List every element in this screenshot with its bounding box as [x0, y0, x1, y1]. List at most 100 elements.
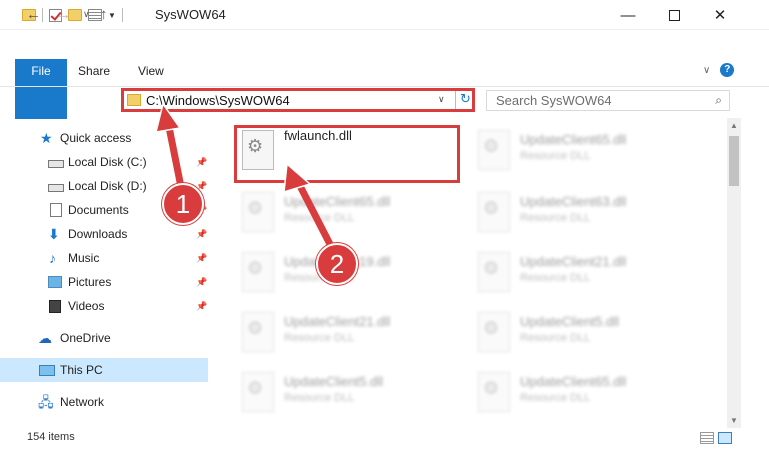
- gear-icon: ⚙: [483, 378, 500, 398]
- sidebar-item-videos[interactable]: Videos 📌: [0, 294, 208, 318]
- sidebar-item-label: Quick access: [60, 131, 132, 145]
- sidebar-item-label: Documents: [68, 203, 129, 217]
- step-badge-1: 1: [162, 183, 204, 225]
- file-name: UpdateClient65.dll: [520, 132, 627, 147]
- tab-share[interactable]: Share: [64, 59, 124, 84]
- search-icon[interactable]: ⌕: [715, 93, 722, 108]
- file-item[interactable]: ⚙ UpdateClient65.dll Resource DLL: [472, 364, 692, 424]
- address-separator: [455, 91, 456, 109]
- forward-button[interactable]: →: [56, 6, 71, 23]
- file-name: UpdateClient65.dll: [284, 194, 391, 209]
- file-name: UpdateClient63.dll: [520, 194, 627, 209]
- file-highlight-box: [234, 125, 460, 183]
- pin-icon[interactable]: 📌: [196, 253, 207, 264]
- network-icon: 🖧: [38, 394, 54, 410]
- status-bar: 154 items: [0, 428, 769, 448]
- disk-icon: [48, 183, 64, 192]
- gear-icon: ⚙: [247, 378, 264, 398]
- pin-icon[interactable]: 📌: [196, 301, 207, 312]
- file-name: UpdateClient65.dll: [520, 374, 627, 389]
- videos-icon: [49, 299, 61, 313]
- file-item[interactable]: ⚙ UpdateClient63.dll Resource DLL: [472, 184, 692, 244]
- search-placeholder: Search SysWOW64: [496, 93, 612, 108]
- document-icon: [50, 203, 62, 217]
- file-type: Resource DLL: [520, 212, 591, 224]
- sidebar-item-quick-access[interactable]: ★ Quick access: [0, 126, 208, 150]
- sidebar-item-label: Local Disk (D:): [68, 179, 147, 193]
- search-input[interactable]: Search SysWOW64 ⌕: [486, 90, 730, 111]
- sidebar-item-label: Pictures: [68, 275, 112, 289]
- gear-icon: ⚙: [483, 318, 500, 338]
- scroll-down-arrow-icon[interactable]: ▼: [730, 416, 738, 425]
- file-item[interactable]: ⚙ UpdateClient65.dll Resource DLL: [236, 184, 456, 244]
- file-type: Resource DLL: [520, 272, 591, 284]
- star-icon: ★: [40, 130, 53, 146]
- window-title: SysWOW64: [155, 7, 226, 22]
- address-path[interactable]: C:\Windows\SysWOW64: [146, 93, 290, 108]
- file-type: Resource DLL: [520, 150, 591, 162]
- back-button[interactable]: ←: [26, 6, 41, 23]
- gear-icon: ⚙: [247, 318, 264, 338]
- address-dropdown-icon[interactable]: ∨: [438, 94, 445, 105]
- ribbon-controls: ∨ ?: [703, 63, 735, 77]
- gear-icon: ⚙: [483, 136, 500, 156]
- address-bar[interactable]: C:\Windows\SysWOW64 ∨ ↻: [121, 88, 475, 112]
- file-name: UpdateClient5.dll: [284, 374, 384, 389]
- file-item[interactable]: ⚙ UpdateClient21.dll Resource DLL: [236, 304, 456, 364]
- sidebar-item-local-disk-c[interactable]: Local Disk (C:) 📌: [0, 150, 208, 174]
- sidebar-item-this-pc[interactable]: This PC: [0, 358, 208, 382]
- sidebar-item-label: Videos: [68, 299, 105, 313]
- file-item[interactable]: ⚙ UpdateClient5.dll Resource DLL: [236, 364, 456, 424]
- maximize-button[interactable]: [651, 0, 697, 30]
- sidebar-item-music[interactable]: ♪ Music 📌: [0, 246, 208, 270]
- tab-view[interactable]: View: [124, 59, 178, 84]
- large-icons-view-icon[interactable]: [718, 432, 732, 444]
- ribbon-tabs: File Home Share View: [0, 59, 178, 119]
- up-button[interactable]: ↑: [100, 6, 108, 23]
- pin-icon[interactable]: 📌: [196, 277, 207, 288]
- expand-ribbon-chevron-icon[interactable]: ∨: [703, 65, 710, 76]
- sidebar-item-onedrive[interactable]: ☁ OneDrive: [0, 326, 208, 350]
- customize-toolbar-dropdown-icon[interactable]: ▼: [108, 11, 116, 20]
- sidebar-item-network[interactable]: 🖧 Network: [0, 390, 208, 414]
- navigation-pane: ★ Quick access Local Disk (C:) 📌 Local D…: [0, 124, 210, 424]
- view-toggle: [700, 432, 732, 444]
- sidebar-item-label: Music: [68, 251, 100, 265]
- gear-icon: ⚙: [247, 198, 264, 218]
- file-type: Resource DLL: [284, 212, 355, 224]
- title-bar: ▼ SysWOW64 — ✕: [0, 0, 769, 30]
- item-count: 154 items: [27, 431, 75, 443]
- sidebar-item-label: Downloads: [68, 227, 128, 241]
- computer-icon: [39, 364, 55, 376]
- file-item[interactable]: ⚙ UpdateClient5.dll Resource DLL: [472, 304, 692, 364]
- vertical-scrollbar[interactable]: ▲ ▼: [727, 118, 741, 428]
- pictures-icon: [48, 276, 62, 288]
- sidebar-item-pictures[interactable]: Pictures 📌: [0, 270, 208, 294]
- scroll-up-arrow-icon[interactable]: ▲: [730, 121, 738, 130]
- pin-icon[interactable]: 📌: [196, 229, 207, 240]
- close-button[interactable]: ✕: [697, 0, 743, 30]
- file-type: Resource DLL: [520, 332, 591, 344]
- file-item[interactable]: ⚙ UpdateClient65.dll Resource DLL: [472, 122, 692, 182]
- sidebar-item-label: Network: [60, 395, 105, 409]
- file-name: UpdateClient5.dll: [520, 314, 620, 329]
- toolbar-separator: [121, 8, 123, 22]
- scrollbar-thumb[interactable]: [729, 136, 739, 186]
- details-view-icon[interactable]: [700, 432, 714, 444]
- step-badge-2: 2: [316, 243, 358, 285]
- file-type: Resource DLL: [284, 392, 355, 404]
- pin-icon[interactable]: 📌: [196, 157, 207, 168]
- recent-locations-dropdown[interactable]: ∨: [83, 9, 90, 20]
- sidebar-item-label: Local Disk (C:): [68, 155, 147, 169]
- cloud-icon: ☁: [38, 330, 52, 346]
- gear-icon: ⚙: [247, 258, 264, 278]
- file-name: UpdateClient21.dll: [284, 314, 391, 329]
- toolbar-separator: [42, 8, 43, 22]
- minimize-button[interactable]: —: [605, 0, 651, 30]
- gear-icon: ⚙: [483, 198, 500, 218]
- sidebar-item-label: This PC: [60, 363, 103, 377]
- file-item[interactable]: ⚙ UpdateClient21.dll Resource DLL: [472, 244, 692, 304]
- sidebar-item-downloads[interactable]: ⬇ Downloads 📌: [0, 222, 208, 246]
- help-icon[interactable]: ?: [720, 63, 735, 77]
- refresh-button[interactable]: ↻: [460, 91, 471, 107]
